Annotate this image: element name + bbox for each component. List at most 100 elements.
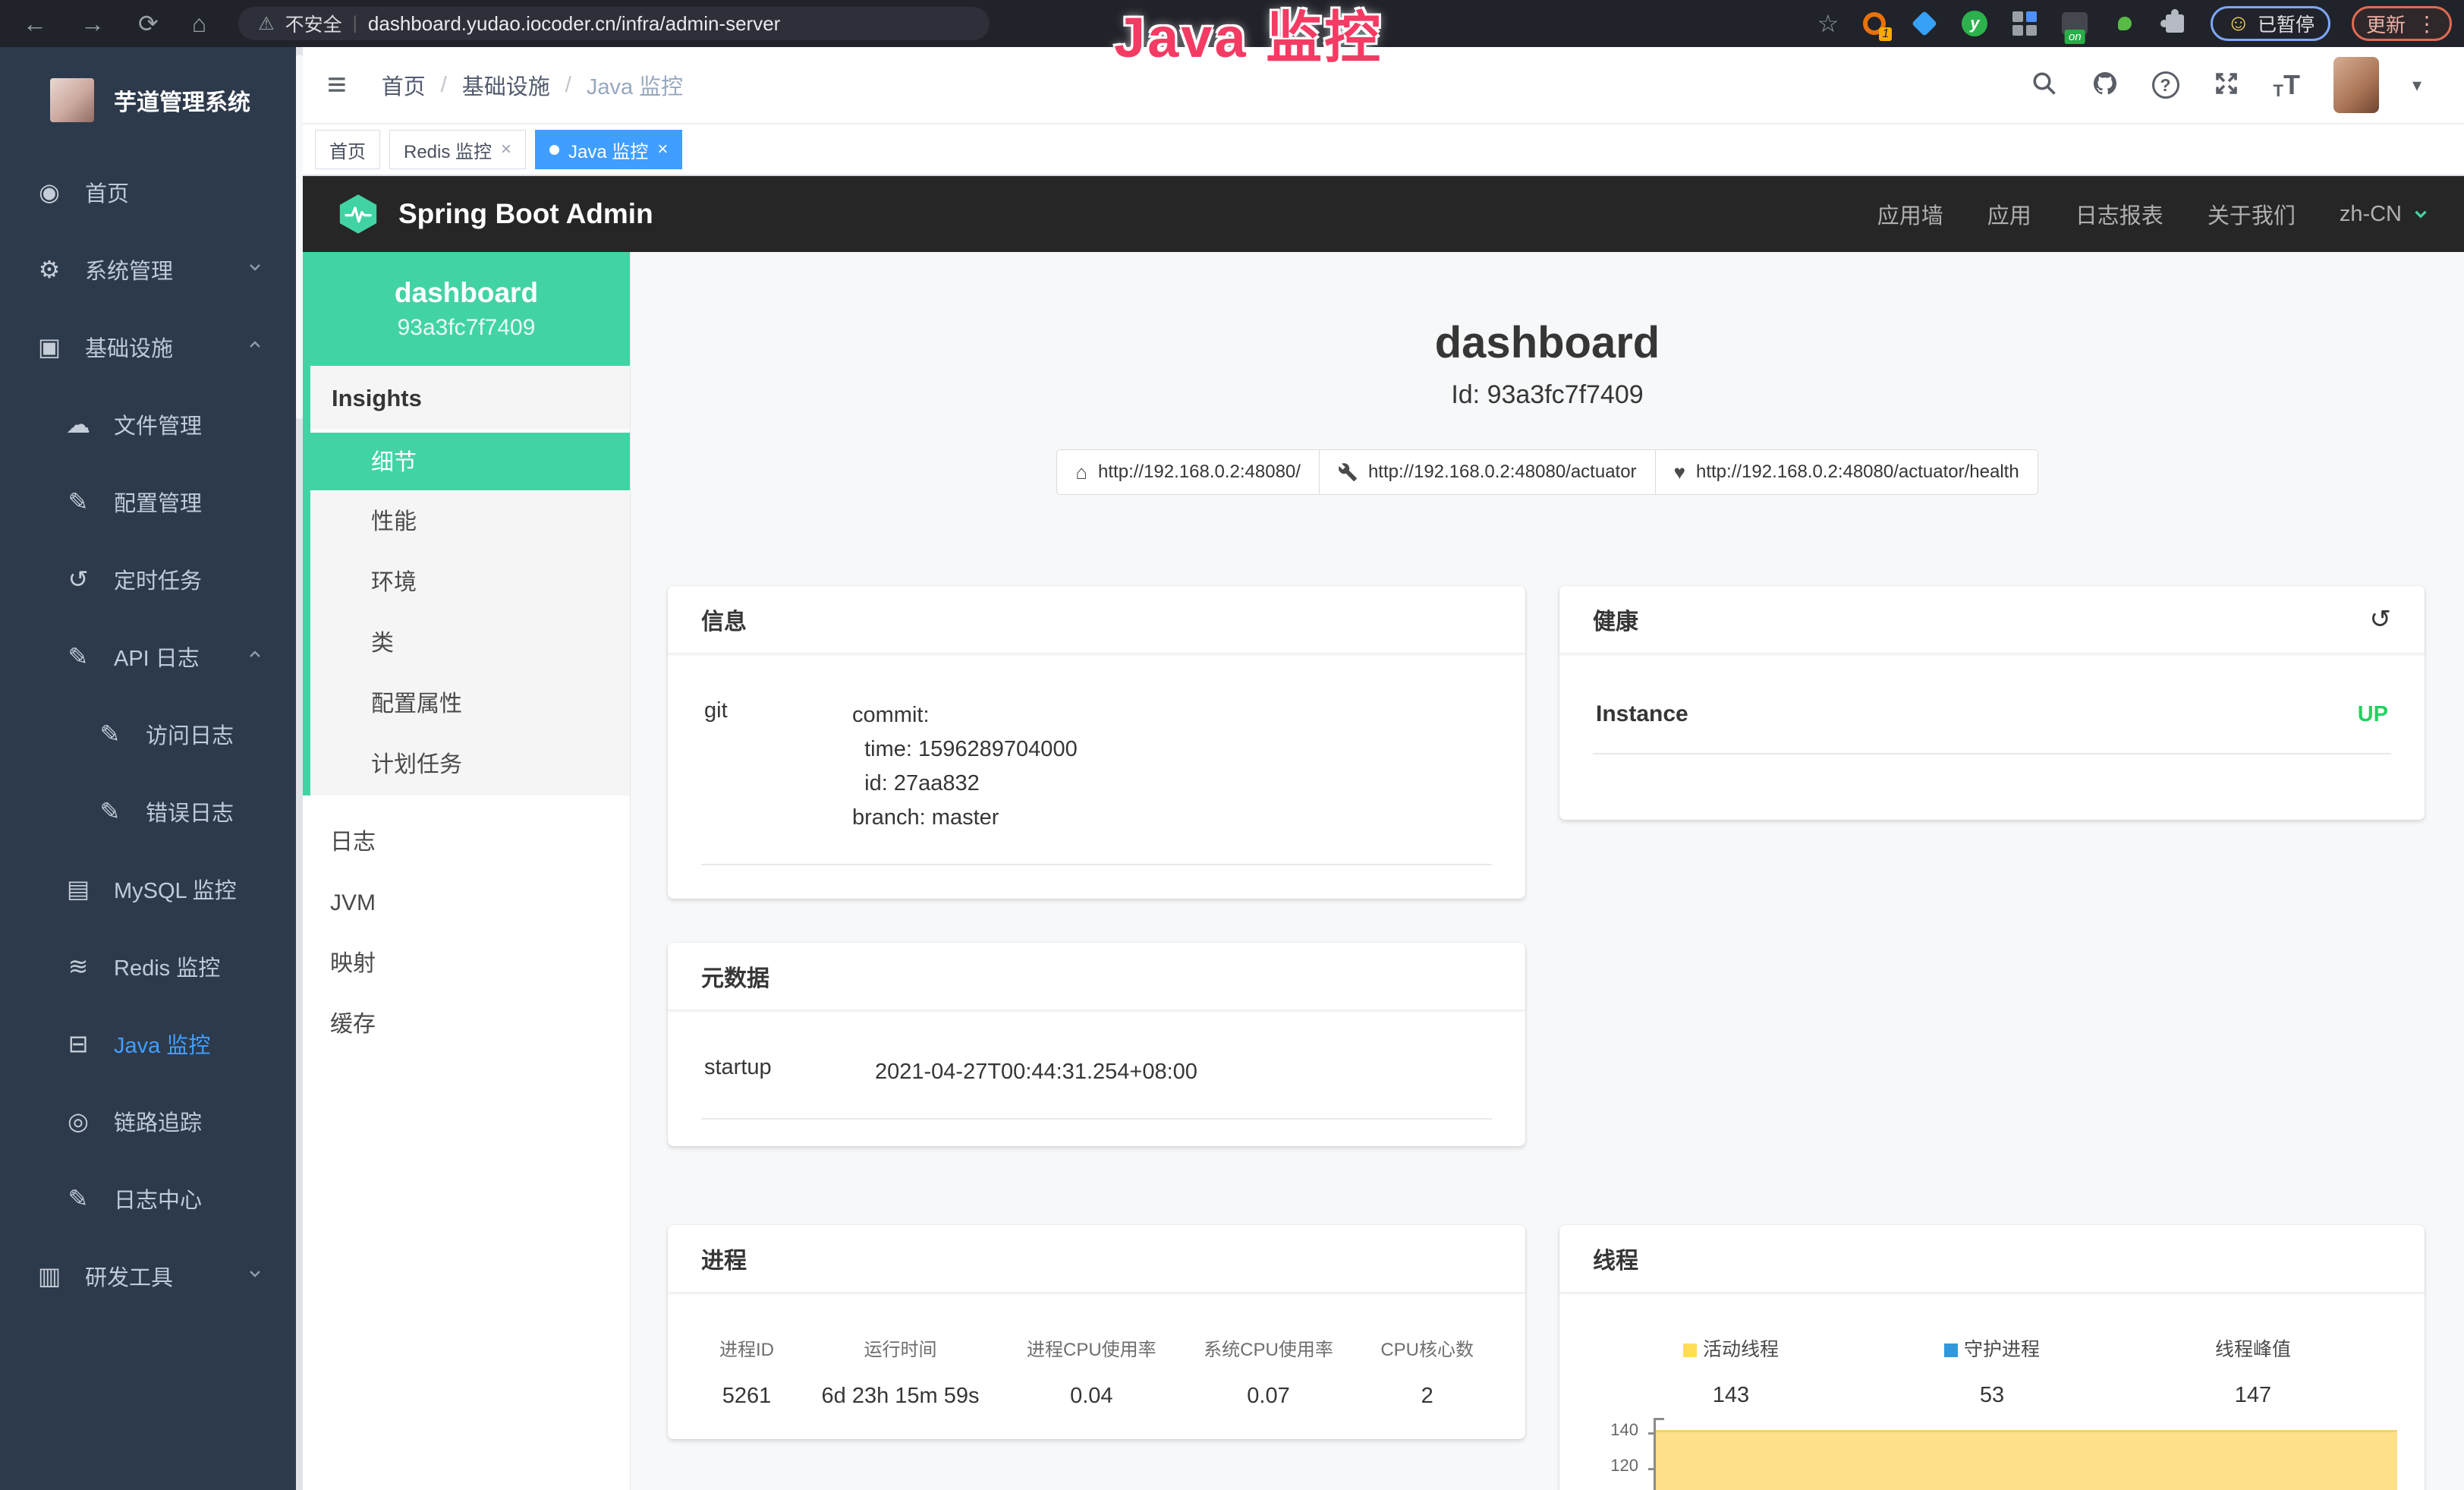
chrome-update-button[interactable]: 更新 ⋮ — [2352, 6, 2452, 41]
url-text[interactable]: dashboard.yudao.iocoder.cn/infra/admin-s… — [368, 12, 780, 36]
sidebar-item-label: 基础设施 — [85, 331, 173, 363]
tab-redis-monitor[interactable]: Redis 监控 × — [389, 130, 526, 169]
extension-pin-icon[interactable] — [1910, 9, 1939, 38]
menu-item-logs[interactable]: 日志 — [303, 812, 630, 873]
sidebar-item-file-manage[interactable]: ☁ 文件管理 — [0, 386, 296, 463]
sidebar-item-label: 访问日志 — [146, 718, 234, 750]
suitcase-icon: ▥ — [30, 1262, 68, 1290]
extension-leaf-icon[interactable] — [2110, 9, 2139, 38]
address-bar[interactable]: ⚠ 不安全 | dashboard.yudao.iocoder.cn/infra… — [238, 7, 990, 40]
hamburger-icon[interactable]: ≡ — [303, 66, 360, 104]
sidebar-item-log-center[interactable]: ✎ 日志中心 — [0, 1160, 296, 1237]
menu-item-caches[interactable]: 缓存 — [303, 994, 630, 1055]
y-axis-tick: 140 — [1590, 1420, 1638, 1440]
sidebar-item-config-manage[interactable]: ✎ 配置管理 — [0, 463, 296, 540]
app-title: 芋道管理系统 — [114, 83, 250, 117]
sba-nav-wallboard[interactable]: 应用墙 — [1877, 198, 1943, 230]
metadata-value: 2021-04-27T00:44:31.254+08:00 — [875, 1055, 1197, 1089]
sidebar-item-tracing[interactable]: ◎ 链路追踪 — [0, 1082, 296, 1160]
layers-icon: ≋ — [59, 952, 97, 981]
bookmark-star-icon[interactable]: ☆ — [1817, 9, 1839, 38]
sidebar-item-home[interactable]: ◉ 首页 — [0, 153, 296, 231]
font-large-glyph: T — [2283, 69, 2300, 101]
browser-forward-icon[interactable]: → — [80, 10, 105, 38]
cloud-upload-icon: ☁ — [59, 410, 97, 439]
github-icon[interactable] — [2091, 70, 2119, 101]
browser-reload-icon[interactable]: ⟳ — [138, 9, 159, 38]
sidebar-item-system[interactable]: ⚙ 系统管理 — [0, 231, 296, 308]
sidebar-item-access-log[interactable]: ✎ 访问日志 — [0, 695, 296, 773]
menu-item-classes[interactable]: 类 — [310, 613, 630, 674]
emoji-avatar-icon: ☺ — [2226, 11, 2250, 36]
service-url-button[interactable]: ⌂ http://192.168.0.2:48080/ — [1056, 449, 1320, 495]
info-card: 信息 git commit: time: 1596289704000 id: 2… — [668, 586, 1525, 899]
browser-home-icon[interactable]: ⌂ — [192, 10, 206, 38]
security-label[interactable]: 不安全 — [285, 10, 342, 37]
tab-java-monitor[interactable]: Java 监控 × — [535, 130, 682, 169]
sidebar-item-label: 文件管理 — [114, 408, 202, 440]
sba-nav-about[interactable]: 关于我们 — [2208, 198, 2296, 230]
profile-paused-chip[interactable]: ☺ 已暂停 — [2211, 6, 2330, 41]
menu-item-jvm[interactable]: JVM — [303, 873, 630, 934]
close-icon[interactable]: × — [501, 139, 511, 160]
menu-item-mappings[interactable]: 映射 — [303, 934, 630, 994]
menu-item-details[interactable]: 细节 — [310, 431, 630, 492]
tab-label: Java 监控 — [568, 137, 648, 163]
menu-item-environment[interactable]: 环境 — [310, 553, 630, 613]
app-logo-row[interactable]: 芋道管理系统 — [0, 47, 296, 153]
history-icon[interactable]: ↺ — [2370, 604, 2392, 635]
extension-orange-icon[interactable]: 1 — [1860, 9, 1889, 38]
search-icon[interactable] — [2031, 70, 2058, 101]
cell-value: 0.07 — [1204, 1384, 1333, 1409]
instance-details: dashboard Id: 93a3fc7f7409 ⌂ http://192.… — [631, 252, 2464, 1490]
menu-item-config-props[interactable]: 配置属性 — [310, 674, 630, 735]
avatar-caret-down-icon[interactable]: ▾ — [2412, 74, 2422, 96]
breadcrumb-infra[interactable]: 基础设施 — [462, 69, 550, 101]
card-title: 进程 — [701, 1242, 747, 1275]
browser-menu-dots-icon[interactable]: ⋮ — [2416, 11, 2437, 36]
sidebar-item-java-monitor[interactable]: ⊟ Java 监控 — [0, 1005, 296, 1082]
database-icon: ▤ — [59, 874, 97, 903]
menu-item-metrics[interactable]: 性能 — [310, 492, 630, 553]
sidebar-item-label: 错误日志 — [146, 795, 234, 827]
sba-brand-title[interactable]: Spring Boot Admin — [398, 198, 653, 230]
close-icon[interactable]: × — [657, 139, 668, 160]
sidebar-item-scheduled-jobs[interactable]: ↺ 定时任务 — [0, 540, 296, 618]
extensions-puzzle-icon[interactable] — [2160, 9, 2189, 38]
browser-back-icon[interactable]: ← — [23, 10, 47, 38]
cell-value: 5261 — [719, 1384, 774, 1409]
avatar[interactable] — [2333, 57, 2379, 113]
extension-onetab-icon[interactable]: on — [2060, 9, 2089, 38]
pin-shape — [1912, 11, 1937, 36]
actuator-url-button[interactable]: http://192.168.0.2:48080/actuator — [1319, 449, 1656, 495]
breadcrumb-home[interactable]: 首页 — [382, 69, 426, 101]
extension-y-icon[interactable]: y — [1960, 9, 1989, 38]
sidebar-item-redis-monitor[interactable]: ≋ Redis 监控 — [0, 928, 296, 1005]
font-size-icon[interactable]: TT — [2274, 69, 2300, 101]
extension-grid-icon[interactable] — [2010, 9, 2039, 38]
threads-card: 线程 活动线程 143 守护进程 53 线程峰值 147 — [1559, 1225, 2425, 1490]
sidebar-item-label: 研发工具 — [85, 1260, 173, 1292]
tab-home[interactable]: 首页 — [315, 130, 380, 169]
sidebar-item-mysql-monitor[interactable]: ▤ MySQL 监控 — [0, 850, 296, 928]
sba-nav-applications[interactable]: 应用 — [1987, 198, 2031, 230]
sidebar-item-api-log[interactable]: ✎ API 日志 — [0, 618, 296, 695]
sidebar-item-dev-tools[interactable]: ▥ 研发工具 — [0, 1237, 296, 1315]
help-icon[interactable]: ? — [2152, 71, 2179, 99]
sba-navbar: Spring Boot Admin 应用墙 应用 日志报表 关于我们 zh-CN — [303, 176, 2464, 252]
menu-item-scheduled-tasks[interactable]: 计划任务 — [310, 735, 630, 795]
sidebar-item-infra[interactable]: ▣ 基础设施 — [0, 308, 296, 386]
health-url-button[interactable]: ♥ http://192.168.0.2:48080/actuator/heal… — [1655, 449, 2038, 495]
fullscreen-icon[interactable] — [2213, 70, 2240, 101]
sidebar-item-error-log[interactable]: ✎ 错误日志 — [0, 773, 296, 850]
scrollbar-thumb[interactable] — [296, 55, 303, 419]
sidebar-scrollbar[interactable] — [296, 47, 303, 1490]
sba-nav-journal[interactable]: 日志报表 — [2075, 198, 2163, 230]
wrench-icon — [1338, 462, 1358, 482]
service-url: http://192.168.0.2:48080/ — [1098, 461, 1301, 483]
health-row-instance[interactable]: Instance UP — [1593, 682, 2391, 754]
sidebar-item-label: 配置管理 — [114, 486, 202, 518]
update-label: 更新 — [2366, 10, 2406, 38]
sba-locale-select[interactable]: zh-CN — [2340, 202, 2431, 227]
instance-header[interactable]: dashboard 93a3fc7f7409 — [303, 252, 630, 366]
